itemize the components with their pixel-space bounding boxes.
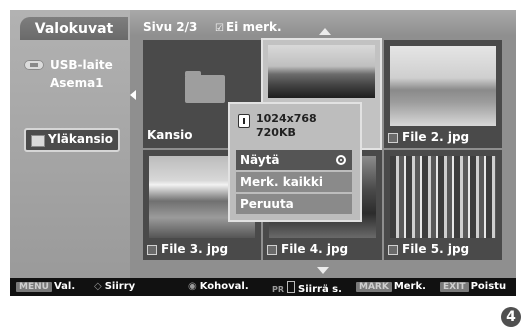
grid-item-label: File 3. jpg [147, 242, 228, 256]
usb-icon [24, 60, 44, 70]
usb-device-label: USB-laite [50, 58, 113, 72]
usb-device[interactable]: USB-laite Asema1 [24, 58, 124, 98]
menu-item-cancel[interactable]: Peruuta [236, 194, 352, 214]
photo-thumbnail [390, 156, 496, 238]
chevron-down-icon[interactable] [317, 267, 329, 274]
checkbox-icon: ☑ [215, 23, 224, 34]
grid-item-label: File 2. jpg [388, 130, 469, 144]
photo-thumbnail [268, 45, 375, 98]
menu-item-view[interactable]: Näytä [236, 150, 352, 170]
photos-tab[interactable]: Valokuvat [20, 17, 128, 40]
hint-bar: MENU Val. ◇ Siirry ◉ Kohoval. PR Siirrä s. M… [10, 278, 516, 296]
grid-item-label: File 4. jpg [267, 242, 348, 256]
pr-key-icon: PR [272, 285, 285, 294]
grid-item-photo-2[interactable]: File 2. jpg [384, 40, 502, 148]
checkbox-icon[interactable] [267, 244, 277, 255]
radio-selected-icon [336, 155, 346, 165]
info-icon [238, 114, 250, 128]
menu-item-label: Näytä [240, 153, 280, 167]
page-indicator: Sivu 2/3 [143, 20, 198, 34]
page-rocker-icon [287, 281, 296, 293]
hint-select: ◉ Kohoval. [188, 281, 249, 292]
checkbox-icon[interactable] [388, 132, 398, 143]
menu-item-mark-all[interactable]: Merk. kaikki [236, 172, 352, 192]
ok-button-icon: ◉ [188, 281, 197, 292]
hint-page: PR Siirrä s. [272, 281, 342, 295]
image-resolution: 1024x768 [256, 112, 317, 125]
grid-item-label: File 5. jpg [388, 242, 469, 256]
menu-key-icon: MENU [16, 282, 52, 292]
drive-label: Asema1 [50, 76, 104, 90]
up-folder-label: Yläkansio [48, 132, 114, 146]
up-folder-button[interactable]: Yläkansio [24, 128, 120, 152]
grid-item-label: Kansio [147, 128, 193, 142]
grid-item-photo-5[interactable]: File 5. jpg [384, 150, 502, 260]
exit-key-icon: EXIT [440, 282, 469, 292]
checkbox-icon[interactable] [147, 244, 157, 255]
dpad-icon: ◇ [94, 281, 102, 292]
folder-icon [185, 71, 225, 103]
mark-key-icon: MARK [356, 282, 392, 292]
image-filesize: 720KB [256, 126, 296, 139]
sidebar: Valokuvat USB-laite Asema1 Yläkansio [10, 10, 130, 278]
context-popup: 1024x768 720KB Näytä Merk. kaikki Peruut… [228, 102, 362, 222]
chevron-left-icon[interactable] [130, 90, 136, 100]
checkbox-icon[interactable] [388, 244, 398, 255]
photo-thumbnail [390, 46, 496, 126]
page-number-badge: 4 [501, 307, 521, 327]
hint-move: ◇ Siirry [94, 281, 136, 292]
chevron-up-icon[interactable] [319, 28, 331, 35]
mark-filter-label: Ei merk. [225, 20, 282, 34]
tv-screen: Valokuvat USB-laite Asema1 Yläkansio Siv… [10, 10, 516, 296]
mark-filter: ☑ Ei merk. [215, 20, 282, 34]
folder-up-icon [31, 135, 45, 147]
hint-exit: EXIT Poistu [440, 281, 506, 292]
hint-menu: MENU Val. [16, 281, 75, 292]
hint-mark: MARK Merk. [356, 281, 426, 292]
